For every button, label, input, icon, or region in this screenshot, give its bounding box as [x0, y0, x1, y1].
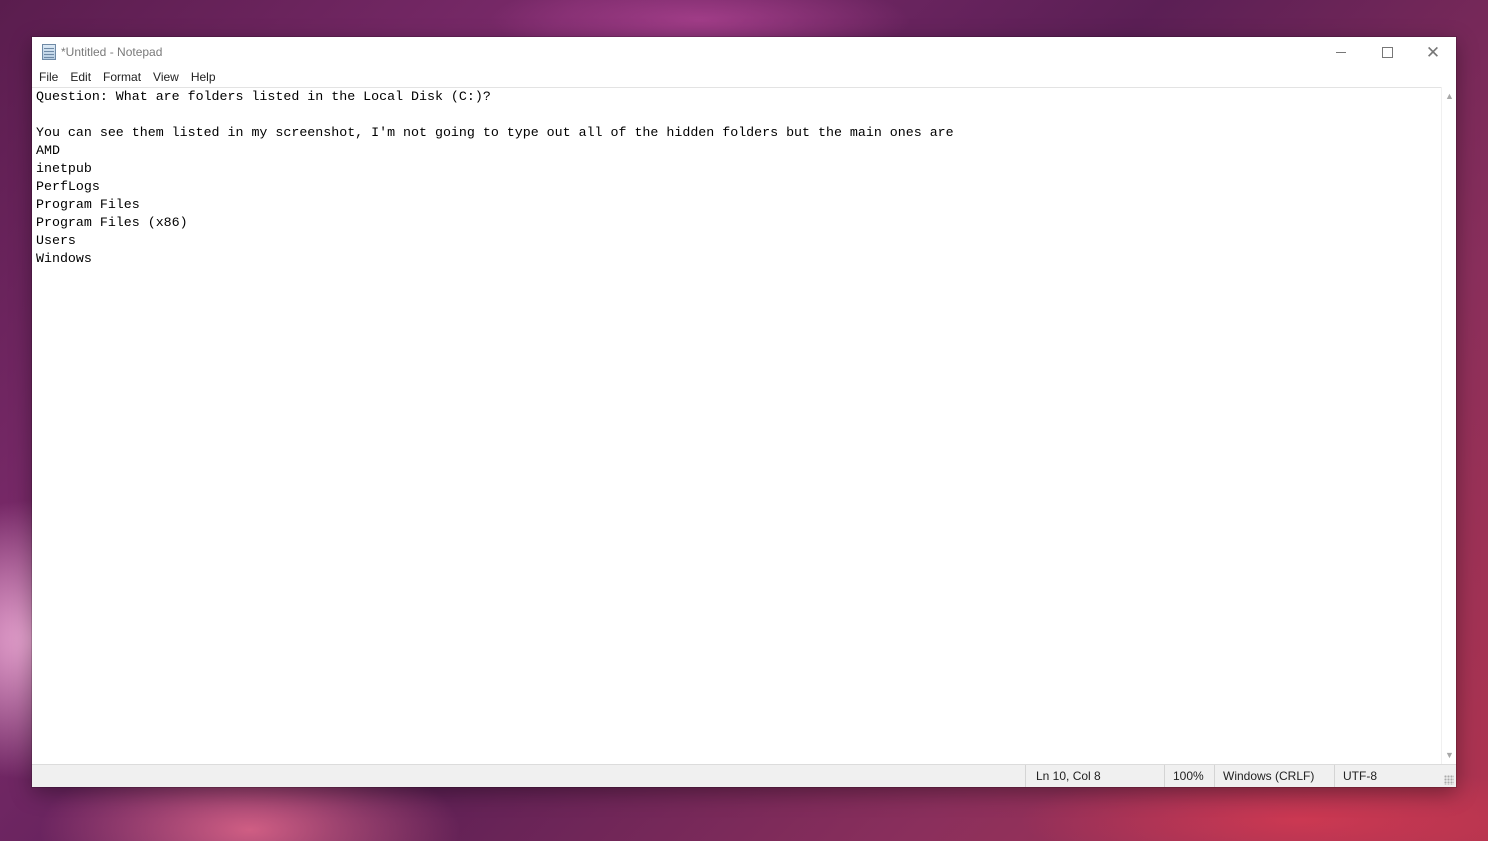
encoding: UTF-8	[1334, 765, 1438, 787]
zoom-level: 100%	[1164, 765, 1214, 787]
minimize-icon	[1336, 51, 1346, 53]
menu-edit[interactable]: Edit	[64, 67, 97, 87]
close-icon: ✕	[1425, 42, 1441, 62]
vertical-scrollbar[interactable]: ▲ ▼	[1441, 87, 1456, 764]
maximize-button[interactable]	[1364, 37, 1410, 67]
title-bar[interactable]: *Untitled - Notepad ✕	[32, 37, 1456, 67]
editor-content[interactable]: Question: What are folders listed in the…	[36, 88, 954, 268]
scroll-up-icon[interactable]: ▲	[1442, 89, 1457, 103]
menu-format[interactable]: Format	[97, 67, 147, 87]
menu-view[interactable]: View	[147, 67, 185, 87]
menu-bar: File Edit Format View Help	[32, 67, 1456, 87]
notepad-icon	[42, 44, 56, 60]
menu-help[interactable]: Help	[185, 67, 222, 87]
window-title: *Untitled - Notepad	[61, 45, 163, 59]
close-button[interactable]: ✕	[1410, 37, 1456, 67]
notepad-window: *Untitled - Notepad ✕ File Edit Format V…	[32, 37, 1456, 787]
scroll-down-icon[interactable]: ▼	[1442, 748, 1457, 762]
menu-file[interactable]: File	[33, 67, 64, 87]
maximize-icon	[1381, 46, 1393, 58]
text-editor[interactable]: Question: What are folders listed in the…	[32, 87, 1441, 764]
resize-grip-icon[interactable]	[1444, 775, 1454, 785]
line-ending: Windows (CRLF)	[1214, 765, 1334, 787]
minimize-button[interactable]	[1318, 37, 1364, 67]
cursor-position: Ln 10, Col 8	[1025, 765, 1164, 787]
status-bar: Ln 10, Col 8 100% Windows (CRLF) UTF-8	[32, 764, 1456, 787]
